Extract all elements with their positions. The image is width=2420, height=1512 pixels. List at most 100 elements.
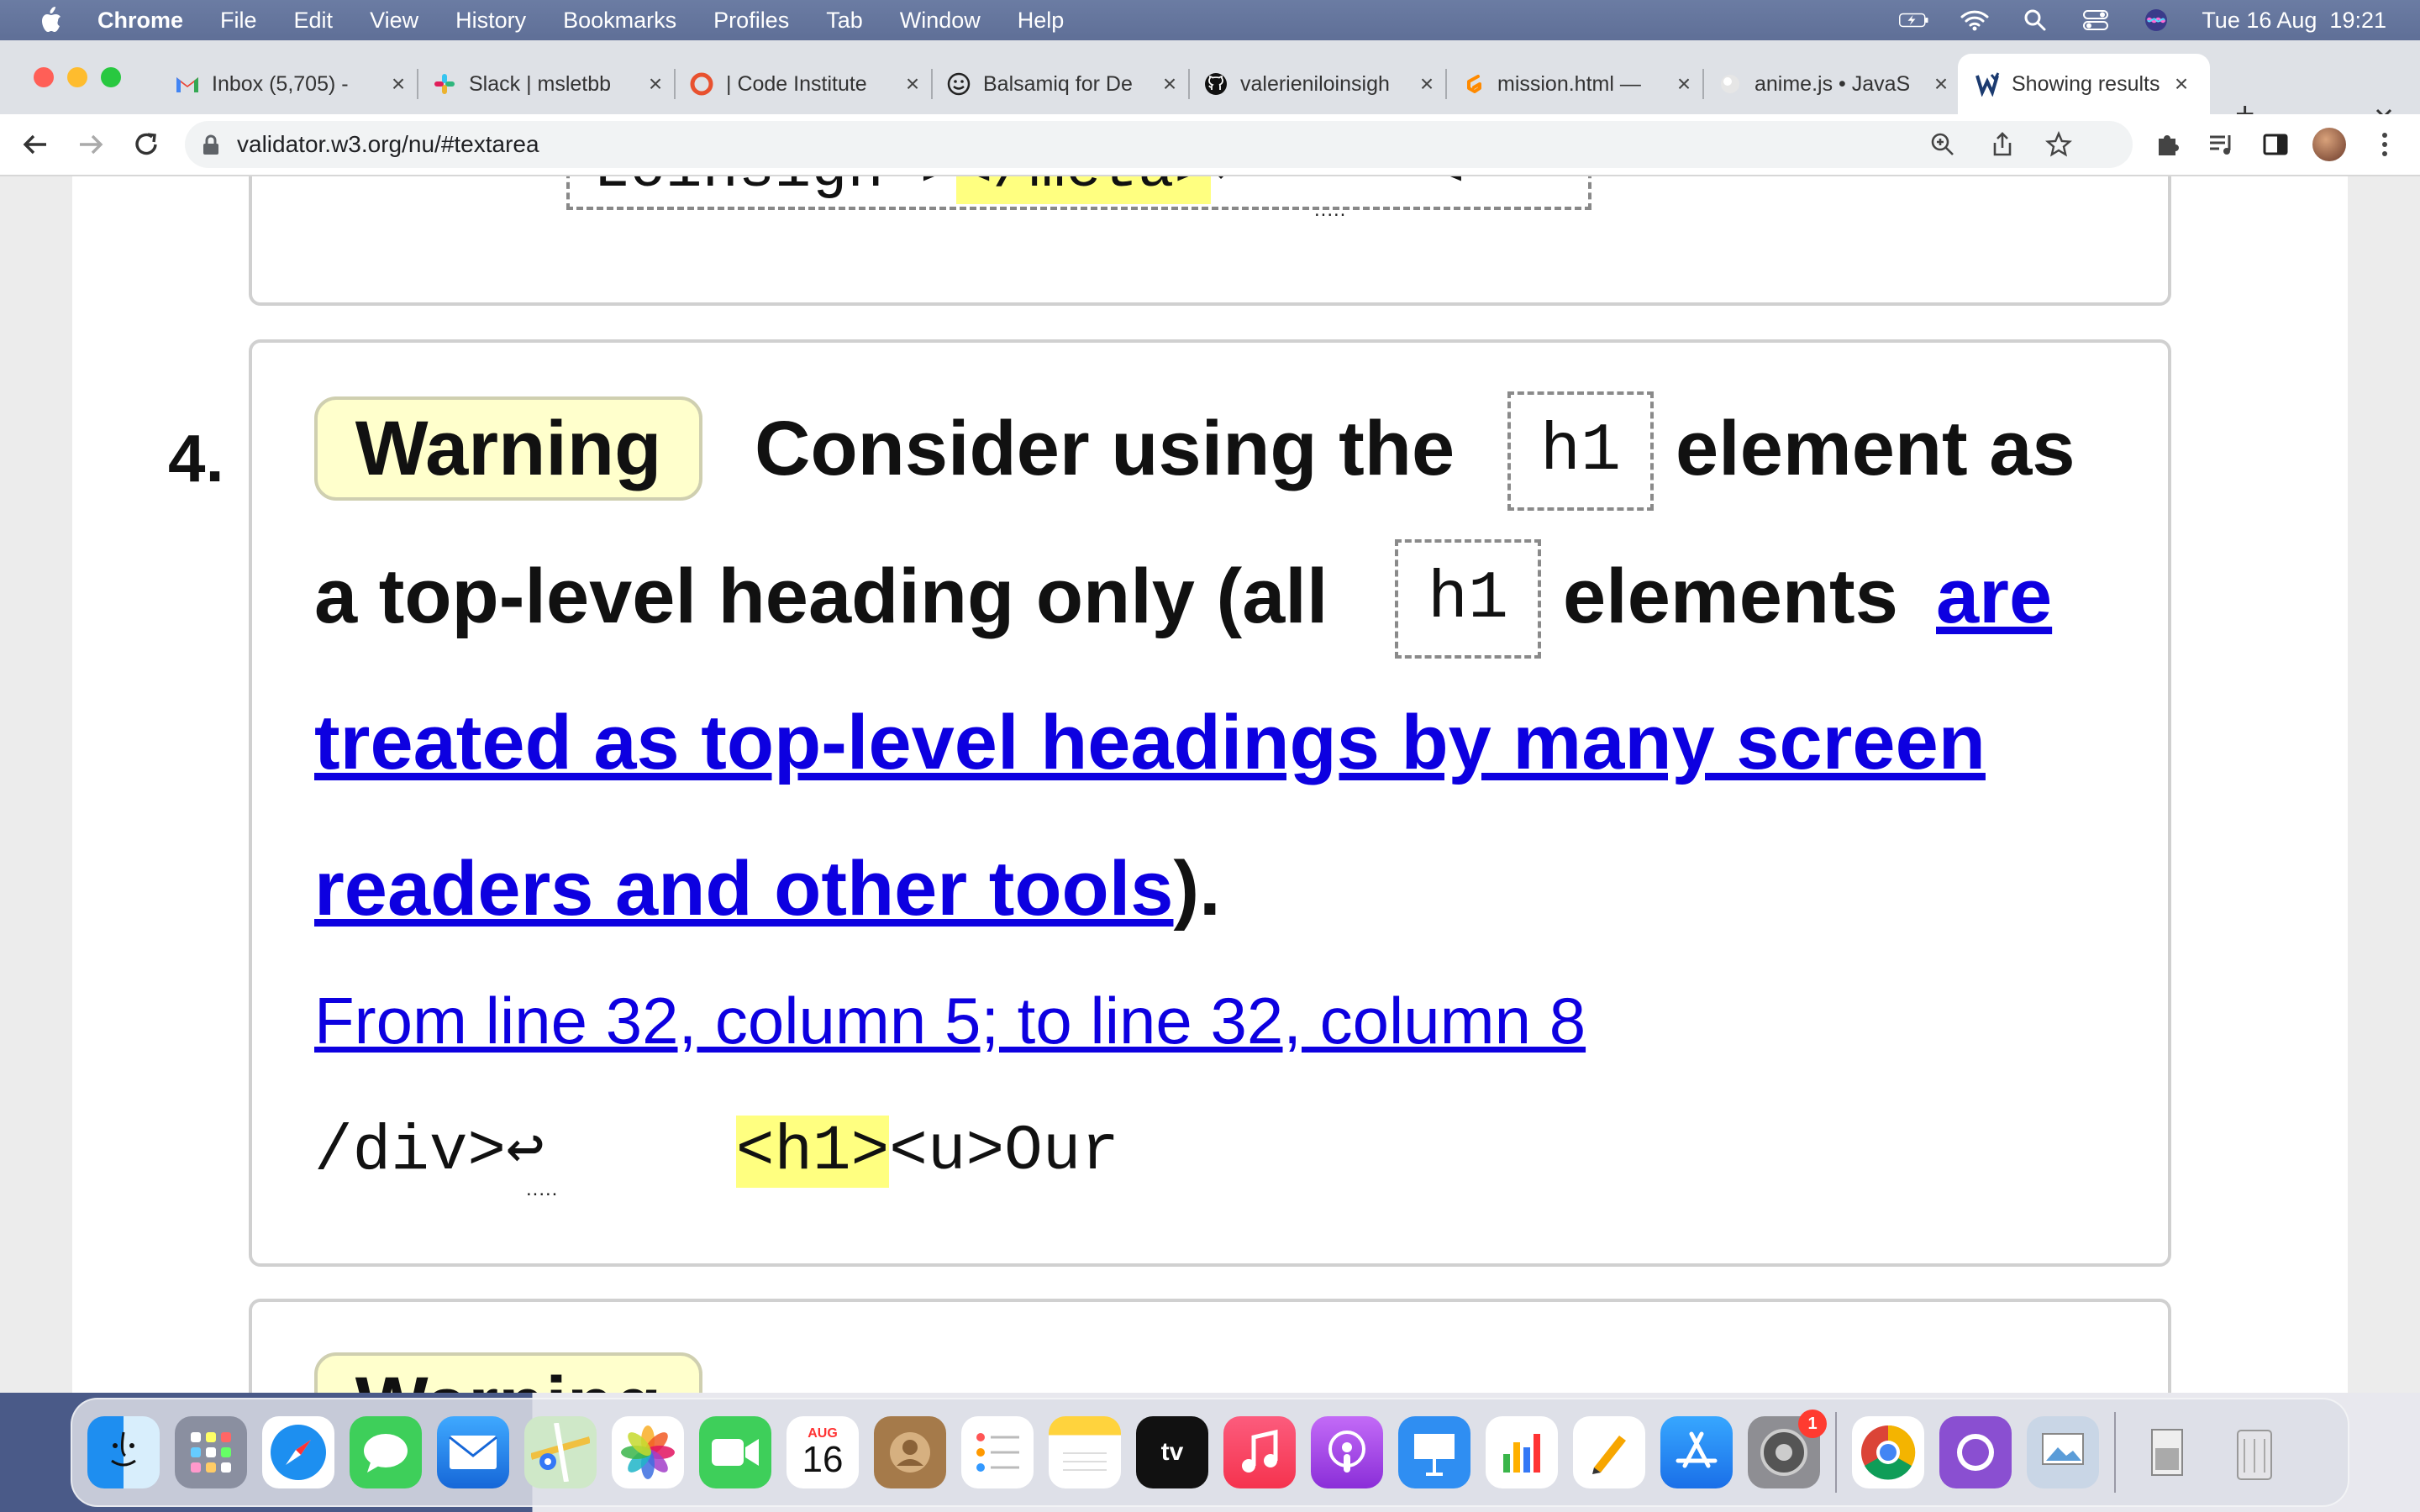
system-preferences-icon[interactable]: 1 <box>1748 1410 1827 1488</box>
info-link-text[interactable]: are <box>1936 554 2052 639</box>
warning-badge: Warning <box>314 1352 702 1393</box>
chrome-icon[interactable] <box>1852 1416 1924 1488</box>
macos-menubar: Chrome File Edit View History Bookmarks … <box>0 0 2420 40</box>
menubar-datetime[interactable]: Tue 16 Aug 19:21 <box>2202 8 2386 34</box>
photos-icon[interactable] <box>612 1416 684 1488</box>
info-link-line: readers and other tools). <box>314 845 1221 933</box>
share-icon[interactable] <box>1990 131 2015 162</box>
chrome-menu-kebab-icon[interactable] <box>2368 128 2402 161</box>
info-link-text[interactable]: treated as top-level headings by many sc… <box>314 700 1986 785</box>
extensions-puzzle-icon[interactable] <box>2151 128 2185 161</box>
apple-tv-label: tv <box>1160 1438 1184 1466</box>
url-text[interactable]: validator.w3.org/nu/#textarea <box>237 131 539 158</box>
pages-icon[interactable] <box>1573 1416 1645 1488</box>
minimize-window-button[interactable] <box>67 67 87 87</box>
menu-profiles[interactable]: Profiles <box>713 8 789 34</box>
menu-window[interactable]: Window <box>900 8 981 34</box>
facetime-icon[interactable] <box>699 1416 771 1488</box>
trash-icon[interactable] <box>2218 1416 2291 1488</box>
close-tab-icon[interactable]: × <box>644 71 667 97</box>
close-tab-icon[interactable]: × <box>1672 71 1696 97</box>
chrome-tab-strip: Inbox (5,705) - × Slack | msletbb × | Co… <box>0 40 2420 133</box>
menu-file[interactable]: File <box>220 8 257 34</box>
info-link[interactable]: are <box>1936 553 2052 641</box>
messages-icon[interactable] <box>350 1416 422 1488</box>
tab-separator <box>674 69 676 99</box>
tab-balsamiq[interactable]: Balsamiq for De × <box>946 54 1190 114</box>
tab-gmail[interactable]: Inbox (5,705) - × <box>175 54 418 114</box>
menu-view[interactable]: View <box>370 8 418 34</box>
reminders-icon[interactable] <box>961 1416 1034 1488</box>
calendar-icon[interactable]: AUG 16 <box>786 1416 859 1488</box>
menu-bookmarks[interactable]: Bookmarks <box>563 8 676 34</box>
tab-validator-active[interactable]: Showing results × <box>1958 54 2210 114</box>
warning-badge: Warning <box>314 396 702 501</box>
numbers-icon[interactable] <box>1486 1416 1558 1488</box>
bookmark-star-icon[interactable] <box>2044 130 2073 162</box>
location-link-text[interactable]: From line 32, column 5; to line 32, colu… <box>314 984 1586 1058</box>
mail-icon[interactable] <box>437 1416 509 1488</box>
apple-icon[interactable] <box>34 3 67 37</box>
page-gutter-right <box>2348 176 2420 1393</box>
close-tab-icon[interactable]: × <box>387 71 410 97</box>
menu-tab[interactable]: Tab <box>826 8 863 34</box>
tab-code-institute[interactable]: | Code Institute × <box>689 54 933 114</box>
menu-app-name[interactable]: Chrome <box>97 8 183 34</box>
zoom-icon[interactable] <box>1929 131 1956 162</box>
tab-slack[interactable]: Slack | msletbb × <box>432 54 676 114</box>
podcasts-icon[interactable] <box>1311 1416 1383 1488</box>
preview-icon[interactable] <box>2027 1416 2099 1488</box>
contacts-icon[interactable] <box>874 1416 946 1488</box>
window-controls <box>34 67 121 87</box>
whitespace-marker: ..... <box>526 1178 559 1200</box>
notification-badge: 1 <box>1798 1410 1827 1438</box>
address-bar[interactable]: validator.w3.org/nu/#textarea <box>185 121 2133 168</box>
github-desktop-icon[interactable] <box>1939 1416 2012 1488</box>
menu-help[interactable]: Help <box>1018 8 1065 34</box>
forward-button[interactable] <box>74 128 108 161</box>
control-center-icon[interactable] <box>2081 8 2111 32</box>
anime-icon <box>1718 71 1743 97</box>
close-tab-icon[interactable]: × <box>1929 71 1953 97</box>
tab-title: Slack | msletbb <box>469 71 612 96</box>
close-tab-icon[interactable]: × <box>1158 71 1181 97</box>
music-icon[interactable] <box>1223 1416 1296 1488</box>
wifi-icon[interactable] <box>1960 8 1990 32</box>
tab-github[interactable]: valerieniloinsigh × <box>1203 54 1447 114</box>
menu-edit[interactable]: Edit <box>294 8 334 34</box>
app-store-icon[interactable] <box>1660 1416 1733 1488</box>
back-button[interactable] <box>18 128 52 161</box>
finder-icon[interactable] <box>87 1416 160 1488</box>
maps-icon[interactable] <box>524 1416 597 1488</box>
keynote-icon[interactable] <box>1398 1416 1470 1488</box>
location-link[interactable]: From line 32, column 5; to line 32, colu… <box>314 983 1586 1059</box>
profile-avatar[interactable] <box>2312 128 2346 161</box>
balsamiq-icon <box>946 71 971 97</box>
close-tab-icon[interactable]: × <box>1415 71 1439 97</box>
tab-title: Balsamiq for De <box>983 71 1133 96</box>
reload-button[interactable] <box>129 128 163 161</box>
apple-tv-icon[interactable]: tv <box>1136 1416 1208 1488</box>
close-tab-icon[interactable]: × <box>901 71 924 97</box>
spotlight-search-icon[interactable] <box>2020 8 2050 32</box>
safari-icon[interactable] <box>262 1416 334 1488</box>
tab-title: mission.html — <box>1497 71 1641 96</box>
code-institute-icon <box>689 71 714 97</box>
tab-anime-js[interactable]: anime.js • JavaS × <box>1718 54 1953 114</box>
siri-icon[interactable] <box>2141 8 2171 32</box>
launchpad-icon[interactable] <box>175 1416 247 1488</box>
zoom-window-button[interactable] <box>101 67 121 87</box>
notes-icon[interactable] <box>1049 1416 1121 1488</box>
lock-icon[interactable] <box>202 134 222 155</box>
chrome-toolbar: validator.w3.org/nu/#textarea <box>0 114 2420 176</box>
info-link-text[interactable]: readers and other tools <box>314 846 1173 932</box>
menu-history[interactable]: History <box>455 8 526 34</box>
tab-gitpod[interactable]: mission.html — × <box>1460 54 1704 114</box>
battery-charging-icon[interactable] <box>1899 8 1929 32</box>
close-tab-icon[interactable]: × <box>2170 71 2193 97</box>
info-link[interactable]: treated as top-level headings by many sc… <box>314 699 1986 787</box>
close-window-button[interactable] <box>34 67 54 87</box>
media-controls-icon[interactable] <box>2205 128 2238 161</box>
downloads-stack-icon[interactable] <box>2131 1416 2203 1488</box>
side-panel-icon[interactable] <box>2259 128 2292 161</box>
